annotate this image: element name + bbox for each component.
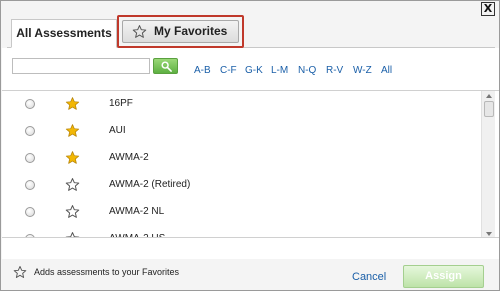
assign-button[interactable]: Assign	[403, 265, 484, 288]
select-radio[interactable]	[25, 99, 35, 109]
select-radio[interactable]	[25, 207, 35, 217]
select-radio[interactable]	[25, 180, 35, 190]
assessment-name: AWMA-2 NL	[109, 206, 165, 217]
assessment-name: AWMA-2 US	[109, 233, 165, 237]
filter-all-link[interactable]: All	[381, 65, 392, 76]
list-item[interactable]: 16PF	[2, 91, 480, 118]
filter-l-m-link[interactable]: L-M	[271, 65, 288, 76]
star-outline-icon[interactable]	[65, 204, 80, 219]
assessment-name: AWMA-2	[109, 152, 149, 163]
list-item[interactable]: AWMA-2 (Retired)	[2, 172, 480, 199]
tab-my-favorites-highlight[interactable]: My Favorites	[117, 15, 244, 48]
assessment-name: AUI	[109, 125, 126, 136]
select-radio[interactable]	[25, 153, 35, 163]
star-filled-icon[interactable]	[65, 96, 80, 111]
list-item[interactable]: AWMA-2 US	[2, 226, 480, 238]
tab-all-assessments[interactable]: All Assessments	[11, 19, 117, 48]
cancel-link[interactable]: Cancel	[352, 271, 386, 283]
tab-my-favorites[interactable]: My Favorites	[122, 20, 239, 43]
search-input[interactable]	[12, 58, 150, 74]
list-item[interactable]: AWMA-2	[2, 145, 480, 172]
star-outline-icon[interactable]	[65, 231, 80, 238]
star-outline-icon[interactable]	[65, 177, 80, 192]
tab-my-favorites-label: My Favorites	[154, 24, 228, 38]
tab-bar: All Assessments My Favorites	[7, 15, 495, 48]
filter-n-q-link[interactable]: N-Q	[298, 65, 316, 76]
search-button[interactable]	[153, 58, 178, 74]
scroll-up-arrow-icon[interactable]	[483, 91, 495, 101]
star-filled-icon[interactable]	[65, 123, 80, 138]
close-button[interactable]: X	[481, 2, 495, 16]
filter-a-b-link[interactable]: A-B	[194, 65, 211, 76]
select-radio[interactable]	[25, 234, 35, 237]
filter-c-f-link[interactable]: C-F	[220, 65, 237, 76]
assessment-name: 16PF	[109, 98, 133, 109]
filter-r-v-link[interactable]: R-V	[326, 65, 343, 76]
list-item[interactable]: AUI	[2, 118, 480, 145]
dialog-footer: Adds assessments to your Favorites Cance…	[1, 260, 499, 291]
filter-w-z-link[interactable]: W-Z	[353, 65, 372, 76]
assessments-panel: A-B C-F G-K L-M N-Q R-V W-Z All 16PF AUI A…	[2, 48, 499, 259]
star-outline-icon	[13, 265, 27, 278]
assessment-rows: 16PF AUI AWMA-2 AWMA-2 (Retired) AWMA-2 NL AW…	[2, 91, 480, 238]
assessment-list: 16PF AUI AWMA-2 AWMA-2 (Retired) AWMA-2 NL AW…	[2, 90, 499, 238]
select-radio[interactable]	[25, 126, 35, 136]
scroll-down-arrow-icon[interactable]	[483, 229, 495, 238]
filter-g-k-link[interactable]: G-K	[245, 65, 263, 76]
star-filled-icon[interactable]	[65, 150, 80, 165]
scrollbar-thumb[interactable]	[484, 101, 494, 117]
search-icon	[161, 61, 172, 72]
favorites-hint-text: Adds assessments to your Favorites	[34, 267, 180, 277]
list-scrollbar[interactable]	[481, 91, 495, 238]
star-outline-icon	[132, 25, 147, 38]
assessment-picker-dialog: X All Assessments My Favorites A-B C-F G…	[0, 0, 500, 291]
assessment-name: AWMA-2 (Retired)	[109, 179, 191, 190]
list-item[interactable]: AWMA-2 NL	[2, 199, 480, 226]
